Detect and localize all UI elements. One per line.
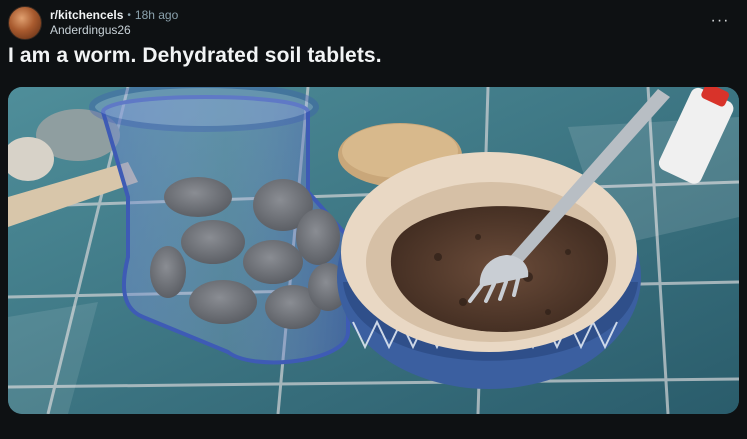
post-meta: r/kitchencels • 18h ago Anderdingus26 [50, 8, 178, 38]
subreddit-link[interactable]: r/kitchencels [50, 8, 123, 23]
avatar[interactable] [8, 6, 42, 40]
post-image[interactable] [8, 87, 739, 414]
post-header: r/kitchencels • 18h ago Anderdingus26 [8, 6, 178, 40]
more-options-icon: ··· [710, 12, 730, 29]
separator-dot: • [127, 10, 131, 21]
more-options-button[interactable]: ··· [709, 10, 731, 32]
username-link[interactable]: Anderdingus26 [50, 23, 178, 38]
post-photo [8, 87, 739, 414]
post-meta-top: r/kitchencels • 18h ago [50, 8, 178, 23]
post-age: 18h ago [134, 8, 179, 22]
post-title[interactable]: I am a worm. Dehydrated soil tablets. [8, 44, 382, 68]
